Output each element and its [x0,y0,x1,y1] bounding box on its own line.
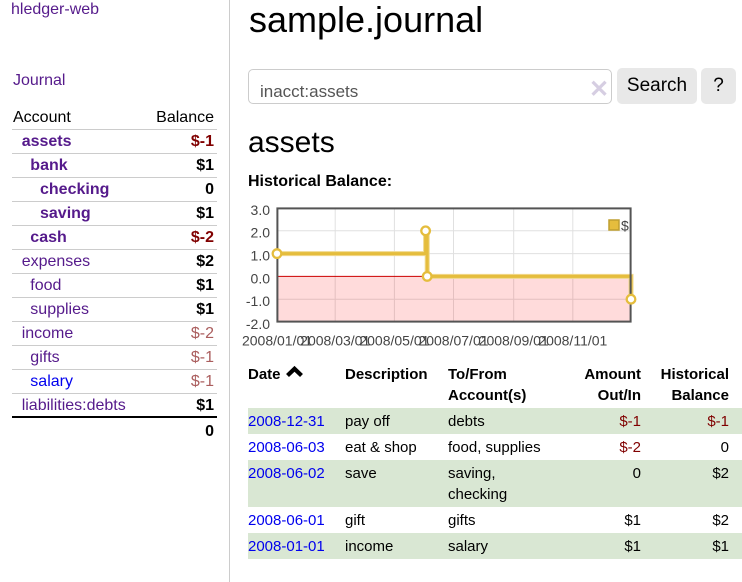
svg-text:2.0: 2.0 [251,224,271,240]
svg-text:$: $ [621,217,629,233]
svg-text:1.0: 1.0 [251,247,271,263]
svg-text:2008/11/01: 2008/11/01 [538,332,607,348]
svg-text:-2.0: -2.0 [246,315,270,331]
svg-text:0.0: 0.0 [251,270,271,286]
svg-text:3.0: 3.0 [251,201,271,217]
svg-text:-1.0: -1.0 [246,293,270,309]
